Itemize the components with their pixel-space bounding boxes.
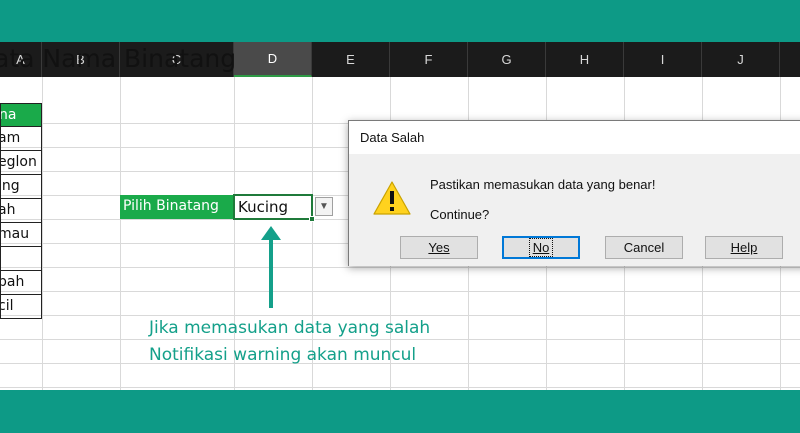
list-item[interactable]: pah [0,271,42,295]
column-header-j[interactable]: J [702,42,780,77]
sheet-title: ata Nama Binatang [0,44,237,73]
annotation-text: Jika memasukan data yang salah Notifikas… [149,315,430,369]
column-header-e[interactable]: E [312,42,390,77]
pilih-binatang-label: Pilih Binatang [120,195,233,219]
column-header-h[interactable]: H [546,42,624,77]
column-header-f[interactable]: F [390,42,468,77]
warning-icon [373,181,411,215]
annotation-line-1: Jika memasukan data yang salah [149,318,431,338]
list-item[interactable]: cil [0,295,42,319]
dialog-prompt: Continue? [430,207,490,222]
list-item[interactable]: eglon [0,151,42,175]
list-header-cell[interactable]: na [0,103,42,127]
validation-dropdown-button[interactable]: ▼ [315,197,333,216]
no-button-label: No [528,238,554,257]
help-button[interactable]: Help [705,236,783,259]
column-header-i[interactable]: I [624,42,702,77]
warning-dialog: Data Salah Pastikan memasukan data yang … [348,120,800,266]
column-header-g[interactable]: G [468,42,546,77]
yes-button-label: Yes [428,240,450,255]
chevron-down-icon: ▼ [319,201,329,212]
fill-handle[interactable] [309,216,315,222]
annotation-line-2: Notifikasi warning akan muncul [149,345,417,365]
no-button[interactable]: No [502,236,580,259]
help-button-label: Help [730,240,758,255]
selected-animal-cell[interactable]: Kucing [233,194,313,220]
cancel-button[interactable]: Cancel [605,236,683,259]
arrow-up-icon [261,226,281,308]
yes-button[interactable]: Yes [400,236,478,259]
list-item[interactable]: ing [0,175,42,199]
list-item[interactable] [0,247,42,271]
animal-list: na am eglon ing ah mau pah cil [0,103,42,319]
dialog-body: Pastikan memasukan data yang benar! Cont… [349,154,800,266]
dialog-title[interactable]: Data Salah [349,121,800,154]
list-item[interactable]: ah [0,199,42,223]
dialog-message: Pastikan memasukan data yang benar! [430,177,656,192]
list-item[interactable]: mau [0,223,42,247]
cancel-button-label: Cancel [623,240,665,255]
list-item[interactable]: am [0,127,42,151]
column-header-d[interactable]: D [234,42,312,77]
